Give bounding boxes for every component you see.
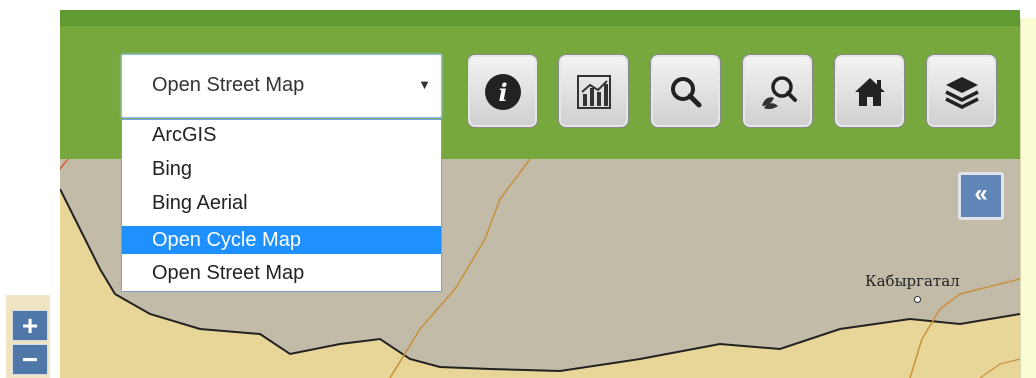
basemap-option-bing[interactable]: Bing: [122, 155, 441, 183]
zoom-out-button[interactable]: −: [12, 344, 48, 375]
basemap-option-arcgis[interactable]: ArcGIS: [122, 121, 441, 149]
top-bar: [60, 10, 1020, 26]
basemap-select-value: Open Street Map: [152, 74, 305, 96]
layers-button[interactable]: [926, 54, 997, 128]
zoom-in-button[interactable]: +: [12, 310, 48, 341]
layers-icon: [945, 77, 979, 109]
chevron-down-icon: ▼: [418, 77, 431, 92]
info-icon: i: [485, 74, 521, 110]
search-icon: [671, 77, 702, 108]
place-marker-icon: [914, 296, 921, 303]
plant-search-icon: [762, 76, 797, 110]
chart-button[interactable]: [558, 54, 629, 128]
info-button[interactable]: i: [467, 54, 538, 128]
place-label: Кабыргатал: [865, 272, 960, 290]
basemap-dropdown: ArcGIS Bing Bing Aerial Open Cycle Map O…: [121, 119, 442, 292]
home-button[interactable]: [834, 54, 905, 128]
chart-icon: [577, 75, 611, 109]
svg-text:i: i: [498, 78, 507, 107]
basemap-option-open-cycle-map[interactable]: Open Cycle Map: [122, 226, 441, 254]
side-panel: [1020, 18, 1036, 378]
plant-search-button[interactable]: [742, 54, 813, 128]
road: [60, 159, 69, 170]
search-button[interactable]: [650, 54, 721, 128]
basemap-option-open-street-map[interactable]: Open Street Map: [122, 259, 441, 287]
collapse-panel-button[interactable]: «: [958, 172, 1004, 220]
basemap-option-bing-aerial[interactable]: Bing Aerial: [122, 189, 441, 217]
basemap-select[interactable]: Open Street Map ▼: [121, 54, 442, 118]
home-icon: [855, 78, 885, 106]
